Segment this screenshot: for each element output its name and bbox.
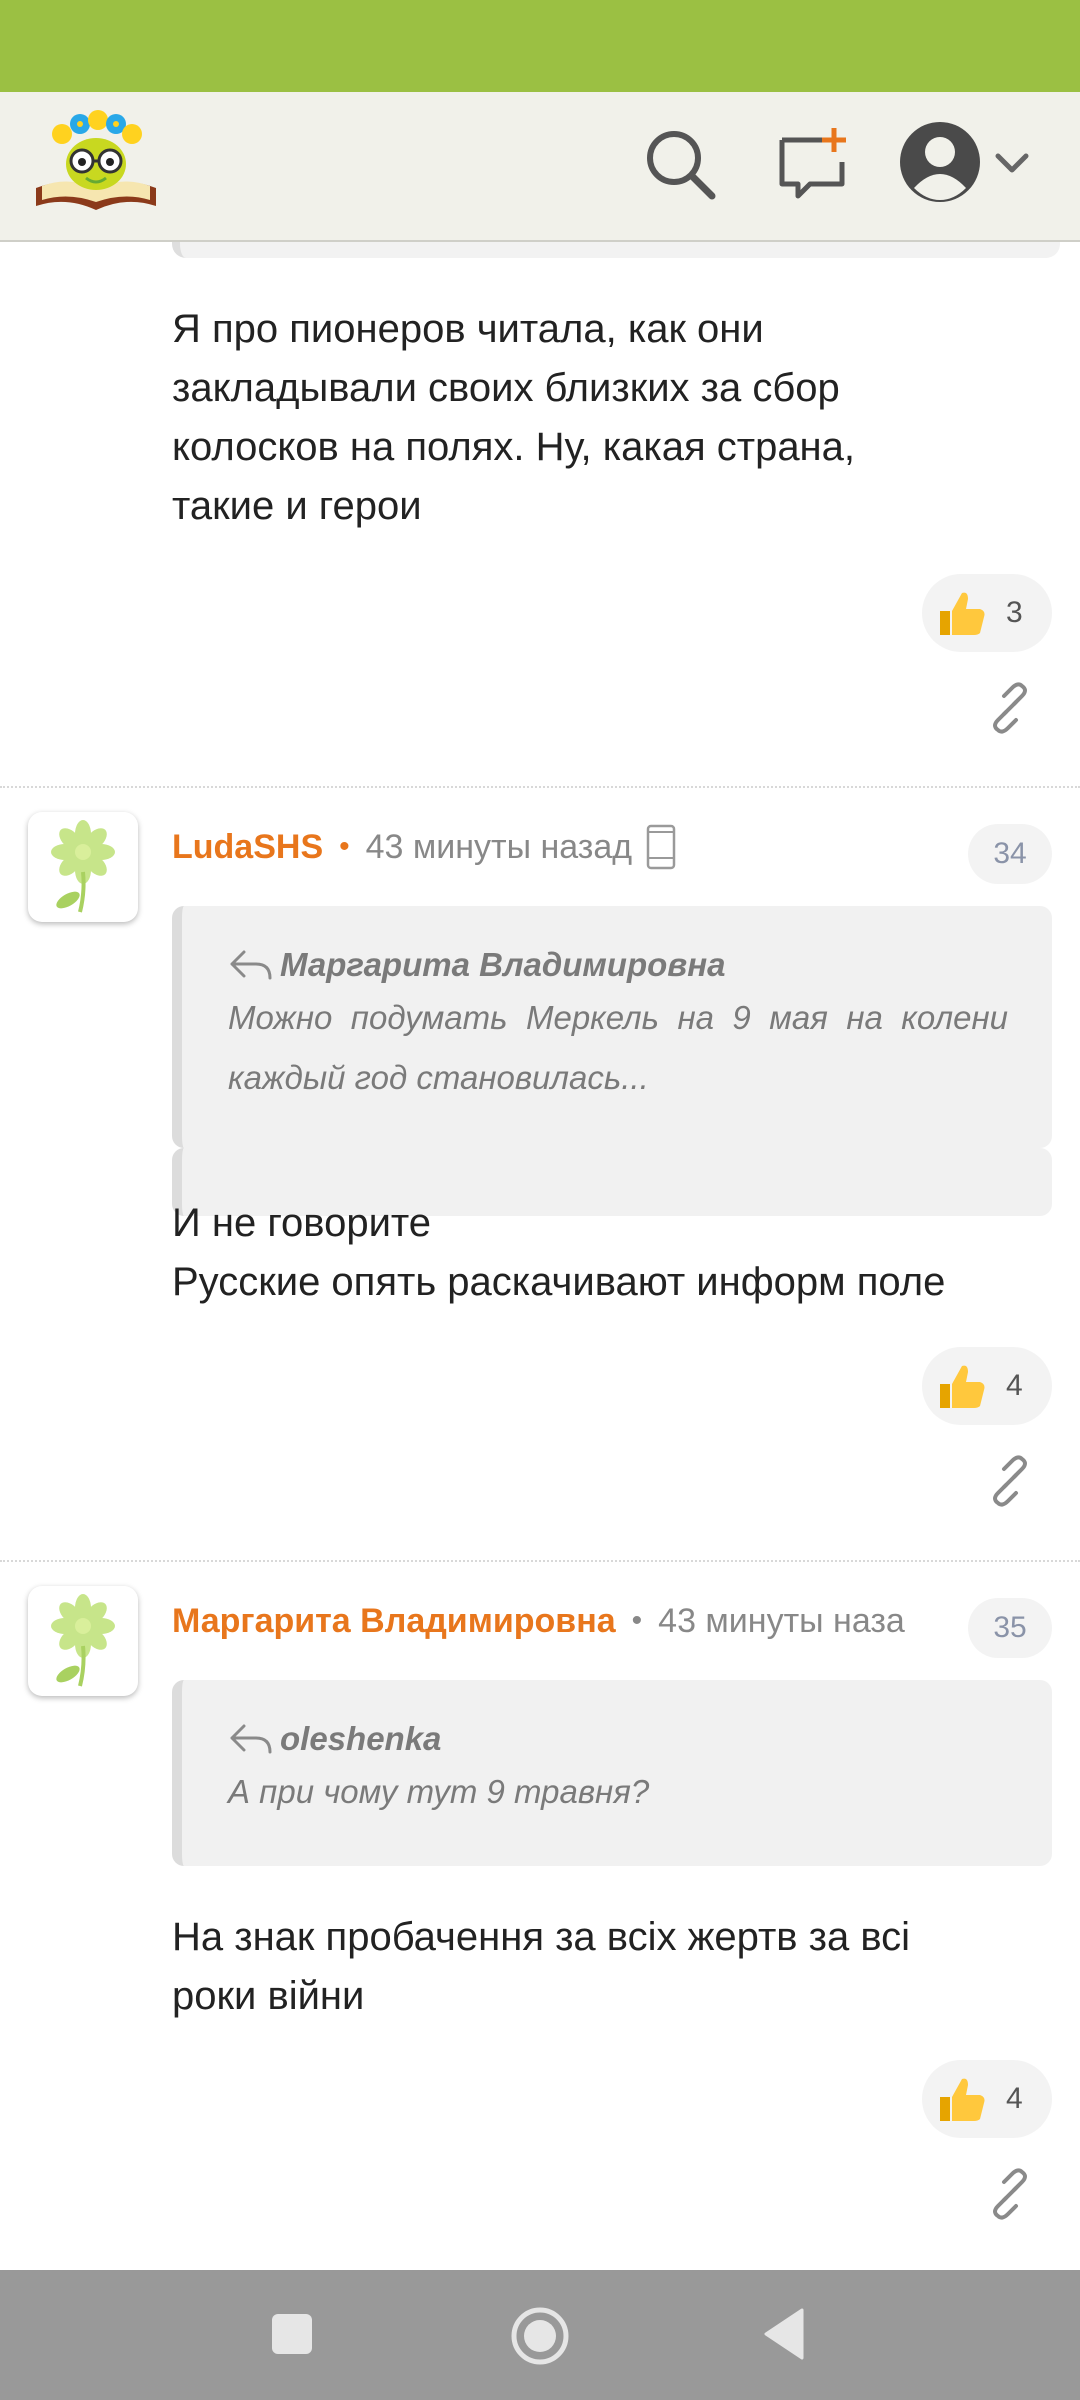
user-avatar-flower[interactable] <box>28 1586 138 1696</box>
comment-time: 43 минуты наза <box>658 1601 905 1640</box>
quote-text: Можно подумать Меркель на 9 мая на колен… <box>228 999 1008 1096</box>
comment-number[interactable]: 34 <box>968 824 1052 884</box>
comment-time: 43 минуты назад <box>365 827 633 866</box>
like-button[interactable]: 3 <box>922 574 1052 652</box>
new-post-icon[interactable] <box>774 124 854 204</box>
previous-quote-block <box>172 240 1060 258</box>
comment-author[interactable]: Маргарита Владимировна <box>172 1602 616 1641</box>
permalink-icon[interactable] <box>982 2166 1038 2222</box>
home-icon[interactable] <box>510 2306 570 2371</box>
quote-header: oleshenka <box>228 1716 1008 1762</box>
permalink-icon[interactable] <box>982 680 1038 736</box>
comment-author[interactable]: LudaSHS <box>172 828 323 867</box>
comment-body: И не говорите Русские опять раскачивают … <box>172 1201 946 1304</box>
user-avatar-flower[interactable] <box>28 812 138 922</box>
comment-number[interactable]: 35 <box>968 1598 1052 1658</box>
quote-header: Маргарита Владимировна <box>228 942 1008 988</box>
book-worm-logo[interactable] <box>32 106 160 216</box>
profile-menu[interactable] <box>896 116 1046 216</box>
user-avatar-icon <box>900 122 980 202</box>
app-header <box>0 92 1080 242</box>
recent-apps-icon[interactable] <box>270 2312 314 2361</box>
like-button[interactable]: 4 <box>922 1347 1052 1425</box>
comment-body: На знак пробачення за всіх жертв за всі … <box>172 1915 911 2018</box>
quote-author[interactable]: oleshenka <box>280 1720 441 1758</box>
comment-separator <box>0 1560 1080 1562</box>
reply-arrow-icon <box>230 950 272 980</box>
quote-block: Маргарита Владимировна Можно подумать Ме… <box>172 906 1052 1148</box>
comment-meta: LudaSHS • 43 минуты назад <box>172 822 676 872</box>
thumbs-up-icon <box>940 592 985 635</box>
comments-feed[interactable]: Я про пионеров читала, как они закладыва… <box>0 240 1080 2270</box>
search-icon[interactable] <box>640 124 720 204</box>
status-bar <box>0 0 1080 92</box>
comment-body: Я про пионеров читала, как они закладыва… <box>172 307 856 528</box>
thumbs-up-icon <box>940 1365 985 1408</box>
comment-meta: Маргарита Владимировна • 43 минуты наза <box>172 1596 932 1646</box>
like-button[interactable]: 4 <box>922 2060 1052 2138</box>
reply-arrow-icon <box>230 1724 272 1754</box>
meta-separator-dot: • <box>631 1604 643 1637</box>
meta-separator-dot: • <box>339 830 350 863</box>
back-icon[interactable] <box>762 2308 806 2365</box>
quote-author[interactable]: Маргарита Владимировна <box>280 946 725 984</box>
thumbs-up-icon <box>940 2078 985 2121</box>
mobile-device-icon <box>646 824 676 870</box>
quote-block: oleshenka А при чому тут 9 травня? <box>172 1680 1052 1866</box>
permalink-icon[interactable] <box>982 1453 1038 1509</box>
comment-separator <box>0 786 1080 788</box>
chevron-down-icon <box>995 153 1029 173</box>
quote-text: А при чому тут 9 травня? <box>228 1773 650 1810</box>
system-navigation-bar <box>0 2270 1080 2400</box>
